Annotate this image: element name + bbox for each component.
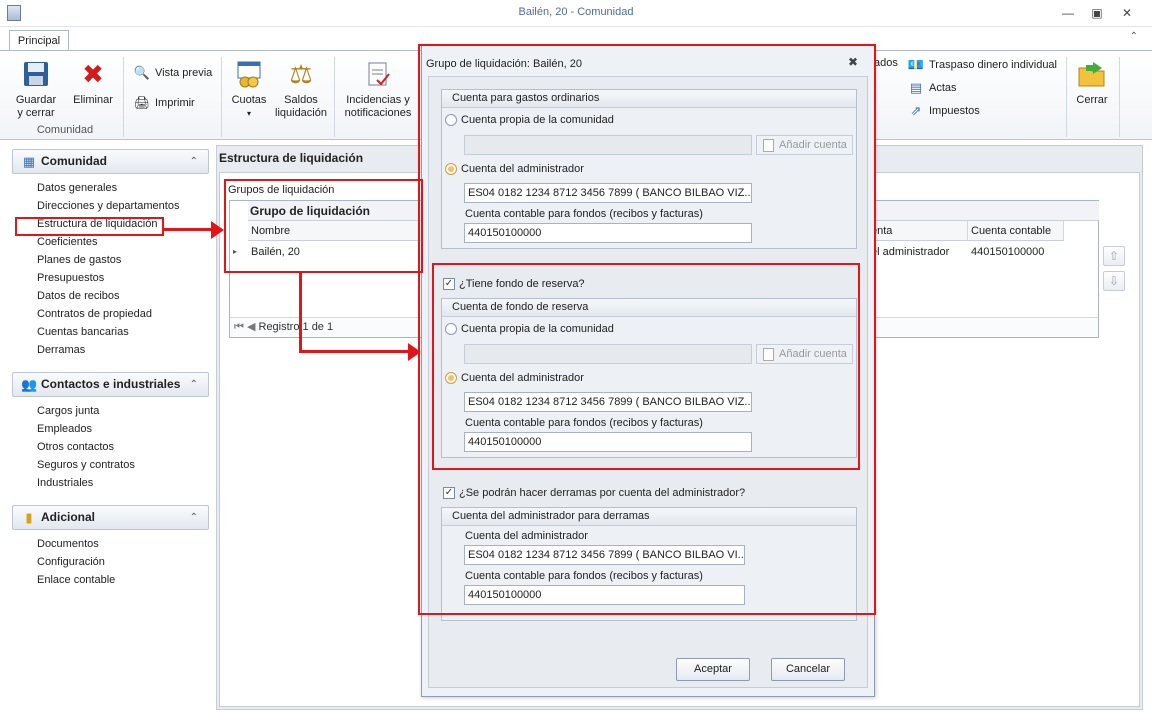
cell-cuenta-contable[interactable]: 440150100000 bbox=[968, 242, 1064, 262]
delete-label: Eliminar bbox=[73, 94, 113, 106]
cuotas-label: Cuotas bbox=[231, 94, 267, 106]
traspaso-label: Traspaso dinero individual bbox=[929, 59, 1057, 71]
document-list-icon: ▤ bbox=[909, 80, 923, 95]
move-down-button[interactable]: ⇩ bbox=[1103, 271, 1125, 291]
column-header-cuenta-contable[interactable]: Cuenta contable bbox=[968, 221, 1064, 241]
annotation-line bbox=[162, 228, 214, 231]
print-label: Imprimir bbox=[155, 97, 195, 109]
magnifier-page-icon: 🔍 bbox=[133, 65, 151, 80]
nav-item-datos-generales[interactable]: Datos generales bbox=[37, 182, 117, 194]
window-title: Bailén, 20 - Comunidad bbox=[518, 6, 634, 18]
prev-record-icon[interactable]: ◀ bbox=[247, 321, 255, 333]
nav-item-planes[interactable]: Planes de gastos bbox=[37, 254, 121, 266]
nav-item-documentos[interactable]: Documentos bbox=[37, 538, 99, 550]
nav-item-contratos[interactable]: Contratos de propiedad bbox=[37, 308, 152, 320]
pager-text: Registro 1 de 1 bbox=[258, 321, 334, 333]
folder-exit-icon bbox=[1076, 58, 1108, 90]
preview-button[interactable]: 🔍 Vista previa bbox=[134, 65, 212, 81]
cerrar-label: Cerrar bbox=[1076, 94, 1108, 106]
nav-item-cuentas[interactable]: Cuentas bancarias bbox=[37, 326, 129, 338]
restore-button[interactable]: ▣ bbox=[1086, 4, 1108, 22]
red-x-icon: ✖ bbox=[82, 58, 104, 89]
annotation-arrow-icon bbox=[211, 221, 224, 239]
ribbon-collapse-icon[interactable]: ⌃ bbox=[1130, 31, 1138, 42]
annotation-grid-highlight bbox=[224, 179, 423, 273]
nav-header-adicional[interactable]: ▮ Adicional ⌃ bbox=[12, 505, 209, 530]
floppy-disk-icon bbox=[20, 58, 52, 90]
ribbon-separator bbox=[1066, 57, 1067, 137]
nav-item-direcciones[interactable]: Direcciones y departamentos bbox=[37, 200, 179, 212]
move-up-button[interactable]: ⇧ bbox=[1103, 246, 1125, 266]
print-button[interactable]: 🖨 Imprimir bbox=[134, 95, 195, 111]
preview-label: Vista previa bbox=[155, 67, 213, 79]
tax-chart-icon: ⇗ bbox=[910, 103, 922, 118]
nav-item-industriales[interactable]: Industriales bbox=[37, 477, 93, 489]
first-record-icon[interactable]: ⏮ bbox=[234, 321, 244, 333]
traspaso-button[interactable]: 💶 Traspaso dinero individual bbox=[908, 57, 1057, 73]
nav-header-comunidad[interactable]: ▦ Comunidad ⌃ bbox=[12, 149, 209, 174]
annotation-line bbox=[299, 350, 411, 353]
annotation-reserva-highlight bbox=[432, 263, 860, 470]
money-transfer-icon: 💶 bbox=[907, 57, 925, 72]
people-icon: 👥 bbox=[21, 377, 38, 392]
column-header-cuenta[interactable]: enta bbox=[868, 221, 968, 241]
nav-item-coeficientes[interactable]: Coeficientes bbox=[37, 236, 98, 248]
ribbon-separator bbox=[123, 57, 124, 137]
partial-ribbon-label[interactable]: ados bbox=[874, 57, 898, 69]
title-bar: Bailén, 20 - Comunidad — ▣ ✕ bbox=[0, 0, 1152, 27]
nav-item-cargos[interactable]: Cargos junta bbox=[37, 405, 99, 417]
ribbon-separator bbox=[1119, 57, 1120, 137]
nav-header-contactos[interactable]: 👥 Contactos e industriales ⌃ bbox=[12, 372, 209, 397]
cerrar-button[interactable]: Cerrar bbox=[1070, 58, 1114, 107]
annotation-line bbox=[299, 272, 302, 353]
clipboard-check-icon bbox=[362, 58, 394, 90]
actas-button[interactable]: ▤ Actas bbox=[908, 80, 957, 96]
cuotas-button[interactable]: Cuotas ▾ bbox=[227, 58, 271, 120]
save-close-button[interactable]: Guardar y cerrar bbox=[12, 58, 60, 120]
calendar-coins-icon bbox=[233, 58, 265, 90]
nav-item-empleados[interactable]: Empleados bbox=[37, 423, 92, 435]
cell-cuenta[interactable]: el administrador bbox=[868, 242, 968, 262]
nav-header-label: Comunidad bbox=[41, 154, 107, 168]
tab-principal[interactable]: Principal bbox=[9, 30, 69, 52]
nav-header-label: Contactos e industriales bbox=[41, 377, 181, 391]
nav-item-seguros[interactable]: Seguros y contratos bbox=[37, 459, 135, 471]
impuestos-button[interactable]: ⇗ Impuestos bbox=[908, 103, 980, 119]
chevron-up-icon[interactable]: ⌃ bbox=[190, 373, 198, 396]
incidencias-label: Incidencias y notificaciones bbox=[344, 94, 412, 119]
building-icon: ▦ bbox=[22, 154, 36, 169]
cancelar-button[interactable]: Cancelar bbox=[771, 658, 845, 681]
save-close-label: Guardar y cerrar bbox=[15, 94, 57, 119]
impuestos-label: Impuestos bbox=[929, 105, 980, 117]
nav-item-presupuestos[interactable]: Presupuestos bbox=[37, 272, 104, 284]
nav-header-label: Adicional bbox=[41, 510, 96, 524]
nav-item-recibos[interactable]: Datos de recibos bbox=[37, 290, 120, 302]
scales-icon: ⚖ bbox=[289, 58, 313, 89]
delete-button[interactable]: ✖ Eliminar bbox=[70, 58, 116, 107]
chevron-up-icon[interactable]: ⌃ bbox=[190, 506, 198, 529]
nav-item-derramas[interactable]: Derramas bbox=[37, 344, 85, 356]
minimize-button[interactable]: — bbox=[1057, 4, 1079, 22]
incidencias-button[interactable]: Incidencias y notificaciones bbox=[340, 58, 416, 120]
ribbon-separator bbox=[334, 57, 335, 137]
actas-label: Actas bbox=[929, 82, 957, 94]
nav-item-enlace[interactable]: Enlace contable bbox=[37, 574, 115, 586]
ribbon-separator bbox=[221, 57, 222, 137]
chevron-up-icon[interactable]: ⌃ bbox=[190, 150, 198, 173]
nav-item-configuracion[interactable]: Configuración bbox=[37, 556, 105, 568]
annotation-nav-highlight bbox=[15, 217, 164, 236]
aceptar-button[interactable]: Aceptar bbox=[676, 658, 750, 681]
printer-icon: 🖨 bbox=[133, 95, 151, 110]
close-window-button[interactable]: ✕ bbox=[1116, 4, 1138, 22]
cylinder-icon: ▮ bbox=[25, 510, 33, 525]
saldos-label: Saldos liquidación bbox=[275, 94, 327, 119]
nav-item-otros[interactable]: Otros contactos bbox=[37, 441, 114, 453]
group-label-comunidad: Comunidad bbox=[36, 124, 94, 136]
saldos-button[interactable]: ⚖ Saldos liquidación bbox=[273, 58, 329, 120]
